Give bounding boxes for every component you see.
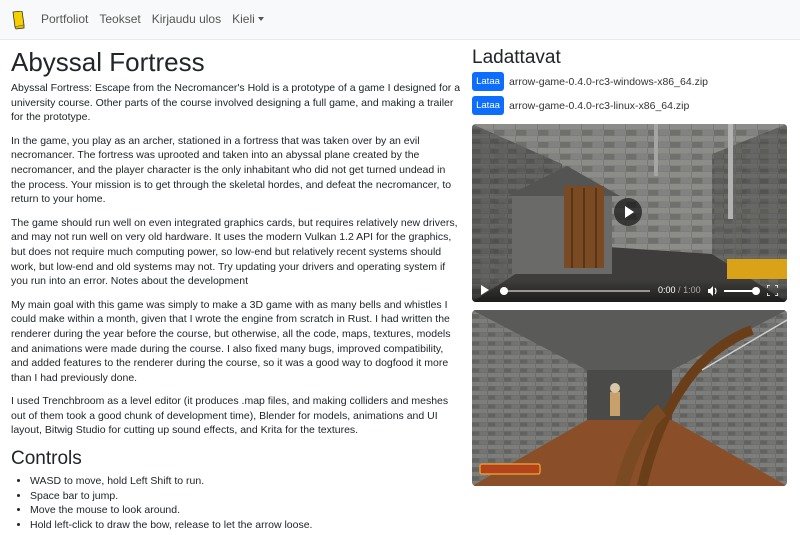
list-item: WASD to move, hold Left Shift to run. bbox=[30, 474, 461, 489]
download-filename: arrow-game-0.4.0-rc3-linux-x86_64.zip bbox=[509, 99, 690, 112]
language-label: Kieli bbox=[232, 12, 255, 26]
screenshot-image bbox=[472, 310, 787, 486]
fullscreen-icon[interactable] bbox=[767, 285, 778, 296]
duration: 1:00 bbox=[683, 285, 701, 295]
book-icon[interactable] bbox=[11, 11, 25, 30]
controls-list: WASD to move, hold Left Shift to run. Sp… bbox=[11, 474, 461, 532]
caret-down-icon bbox=[257, 17, 264, 21]
article: Abyssal Fortress Abyssal Fortress: Escap… bbox=[11, 46, 461, 532]
timeline-handle[interactable] bbox=[500, 287, 508, 295]
list-item: Space bar to jump. bbox=[30, 489, 461, 504]
list-item: Move the mouse to look around. bbox=[30, 503, 461, 518]
video-controls: 0:00 / 1:00 bbox=[472, 280, 787, 302]
volume-icon[interactable] bbox=[707, 285, 719, 297]
language-dropdown[interactable]: Kieli bbox=[232, 12, 264, 26]
current-time: 0:00 bbox=[658, 285, 676, 295]
paragraph: The game should run well on even integra… bbox=[11, 216, 458, 288]
big-play-button[interactable] bbox=[614, 198, 642, 226]
downloads-heading: Ladattavat bbox=[472, 47, 561, 68]
download-filename: arrow-game-0.4.0-rc3-windows-x86_64.zip bbox=[509, 75, 708, 88]
video-time: 0:00 / 1:00 bbox=[658, 285, 701, 295]
video-player[interactable]: 0:00 / 1:00 bbox=[472, 124, 787, 302]
page-title: Abyssal Fortress bbox=[11, 47, 205, 77]
download-button[interactable]: Lataa bbox=[472, 72, 504, 91]
game-screenshot bbox=[472, 310, 787, 486]
download-button[interactable]: Lataa bbox=[472, 96, 504, 115]
video-timeline[interactable] bbox=[500, 290, 650, 292]
paragraph: Abyssal Fortress: Escape from the Necrom… bbox=[11, 82, 461, 124]
nav-teokset[interactable]: Teokset bbox=[99, 12, 140, 26]
list-item: Hold left-click to draw the bow, release… bbox=[30, 518, 461, 533]
controls-heading: Controls bbox=[11, 448, 82, 470]
download-row: Lataa arrow-game-0.4.0-rc3-linux-x86_64.… bbox=[472, 96, 787, 115]
download-row: Lataa arrow-game-0.4.0-rc3-windows-x86_6… bbox=[472, 72, 787, 91]
sidebar: Ladattavat Lataa arrow-game-0.4.0-rc3-wi… bbox=[472, 46, 787, 486]
nav-portfoliot[interactable]: Portfoliot bbox=[41, 12, 88, 26]
paragraph: My main goal with this game was simply t… bbox=[11, 298, 451, 384]
volume-slider[interactable] bbox=[724, 290, 754, 292]
volume-handle[interactable] bbox=[752, 287, 760, 295]
nav-logout[interactable]: Kirjaudu ulos bbox=[152, 12, 221, 26]
paragraph: In the game, you play as an archer, stat… bbox=[11, 134, 452, 206]
navbar: Portfoliot Teokset Kirjaudu ulos Kieli bbox=[0, 0, 800, 40]
play-icon[interactable] bbox=[481, 285, 489, 295]
paragraph: I used Trenchbroom as a level editor (it… bbox=[11, 395, 449, 437]
time-separator: / bbox=[678, 285, 681, 295]
